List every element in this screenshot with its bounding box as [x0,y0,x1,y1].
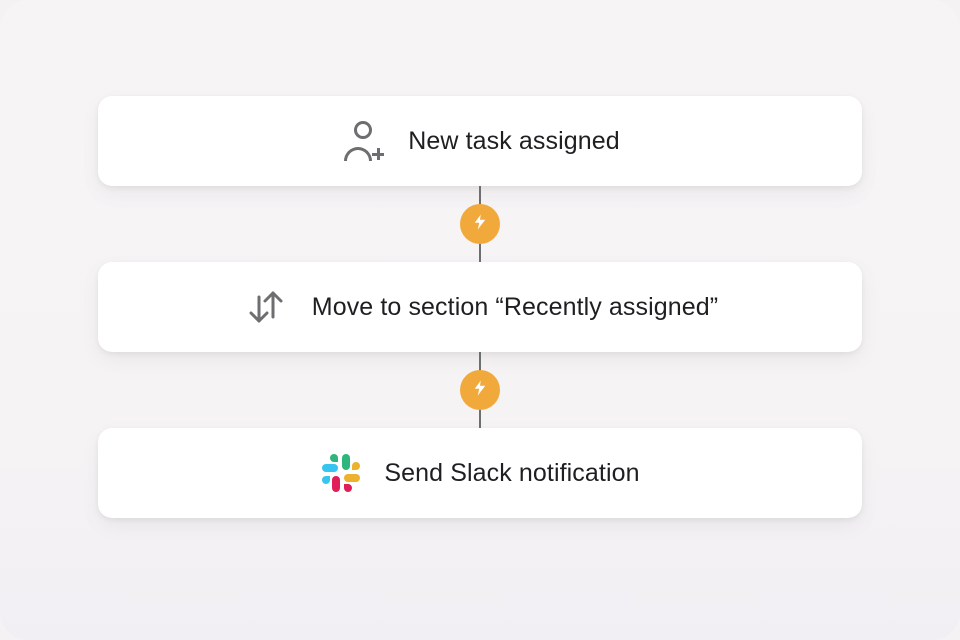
automation-badge[interactable] [460,204,500,244]
person-plus-icon [340,118,386,164]
workflow-action-slack-label: Send Slack notification [384,459,639,488]
lightning-bolt-icon [471,213,489,236]
workflow-canvas: New task assigned Move to section “Recen… [0,0,960,640]
workflow-action-slack-card[interactable]: Send Slack notification [98,428,862,518]
lightning-bolt-icon [471,379,489,402]
swap-arrows-icon [242,287,290,327]
workflow-trigger-label: New task assigned [408,127,620,156]
workflow-connector [460,186,500,262]
workflow-action-move-card[interactable]: Move to section “Recently assigned” [98,262,862,352]
automation-badge[interactable] [460,370,500,410]
workflow-trigger-card[interactable]: New task assigned [98,96,862,186]
slack-logo-icon [320,452,362,494]
workflow-connector [460,352,500,428]
workflow-action-move-label: Move to section “Recently assigned” [312,293,718,322]
